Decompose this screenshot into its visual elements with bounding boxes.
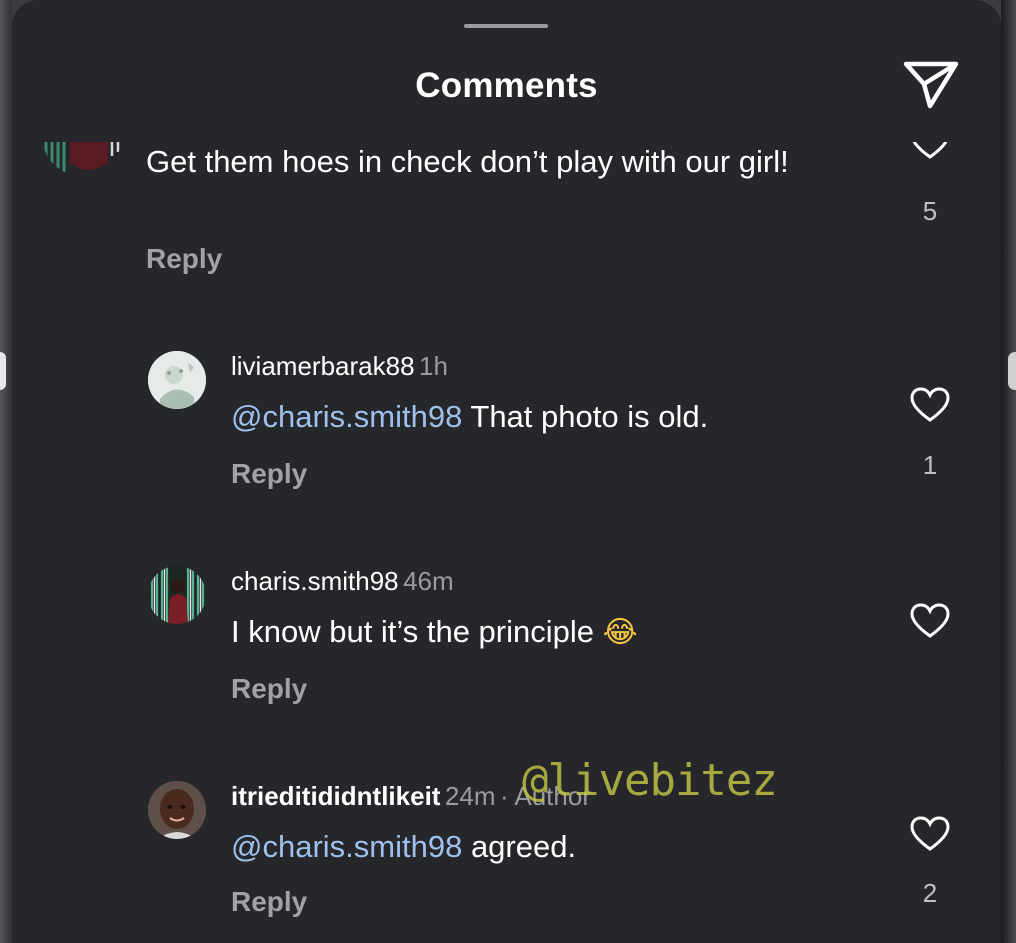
heart-outline-icon[interactable] xyxy=(910,816,950,852)
mention-link[interactable]: @charis.smith98 xyxy=(231,399,462,434)
page-title: Comments xyxy=(415,66,598,105)
avatar[interactable] xyxy=(148,566,206,624)
username[interactable]: liviamerbarak88 xyxy=(231,351,415,381)
timestamp: 24m xyxy=(444,781,496,811)
comments-sheet: Comments Get them hoes in check don’t pl… xyxy=(12,0,1001,943)
reply-button[interactable]: Reply xyxy=(231,673,307,705)
heart-outline-icon[interactable] xyxy=(910,387,950,423)
reply-button[interactable]: Reply xyxy=(231,458,307,490)
comment-meta: charis.smith98 46m xyxy=(231,566,454,597)
background-right-edge xyxy=(1001,0,1016,943)
background-left-edge xyxy=(0,0,12,943)
like-count: 5 xyxy=(922,196,938,226)
drag-handle[interactable] xyxy=(464,24,548,28)
comment-meta: liviamerbarak88 1h xyxy=(231,351,448,382)
mention-link[interactable]: @charis.smith98 xyxy=(231,829,462,864)
comment-body: That photo is old. xyxy=(462,399,709,434)
comment-body: agreed. xyxy=(462,829,577,864)
side-indicator-left xyxy=(0,352,6,390)
timestamp: 1h xyxy=(418,351,448,381)
comment-text: @charis.smith98 agreed. xyxy=(231,825,576,868)
heart-outline-icon[interactable] xyxy=(910,124,950,160)
username[interactable]: itrieditididntlikeit xyxy=(231,781,440,811)
avatar[interactable] xyxy=(148,351,206,409)
like-count: 1 xyxy=(922,450,938,480)
reply-button[interactable]: Reply xyxy=(146,243,222,275)
laughing-emoji: 😂 xyxy=(602,615,638,650)
avatar[interactable] xyxy=(148,781,206,839)
reply-button[interactable]: Reply xyxy=(231,886,307,918)
comment-text: Get them hoes in check don’t play with o… xyxy=(146,144,789,179)
send-icon[interactable] xyxy=(900,56,962,114)
watermark: @livebitez xyxy=(522,755,778,806)
comment-text: I know but it’s the principle 😂 xyxy=(231,610,638,654)
avatar[interactable] xyxy=(42,112,122,176)
comment-text: @charis.smith98 That photo is old. xyxy=(231,395,708,438)
side-indicator-right xyxy=(1008,352,1016,390)
timestamp: 46m xyxy=(403,566,454,596)
comment-body: I know but it’s the principle xyxy=(231,614,603,649)
like-count: 2 xyxy=(922,878,938,908)
username[interactable]: charis.smith98 xyxy=(231,566,399,596)
heart-outline-icon[interactable] xyxy=(910,603,950,639)
